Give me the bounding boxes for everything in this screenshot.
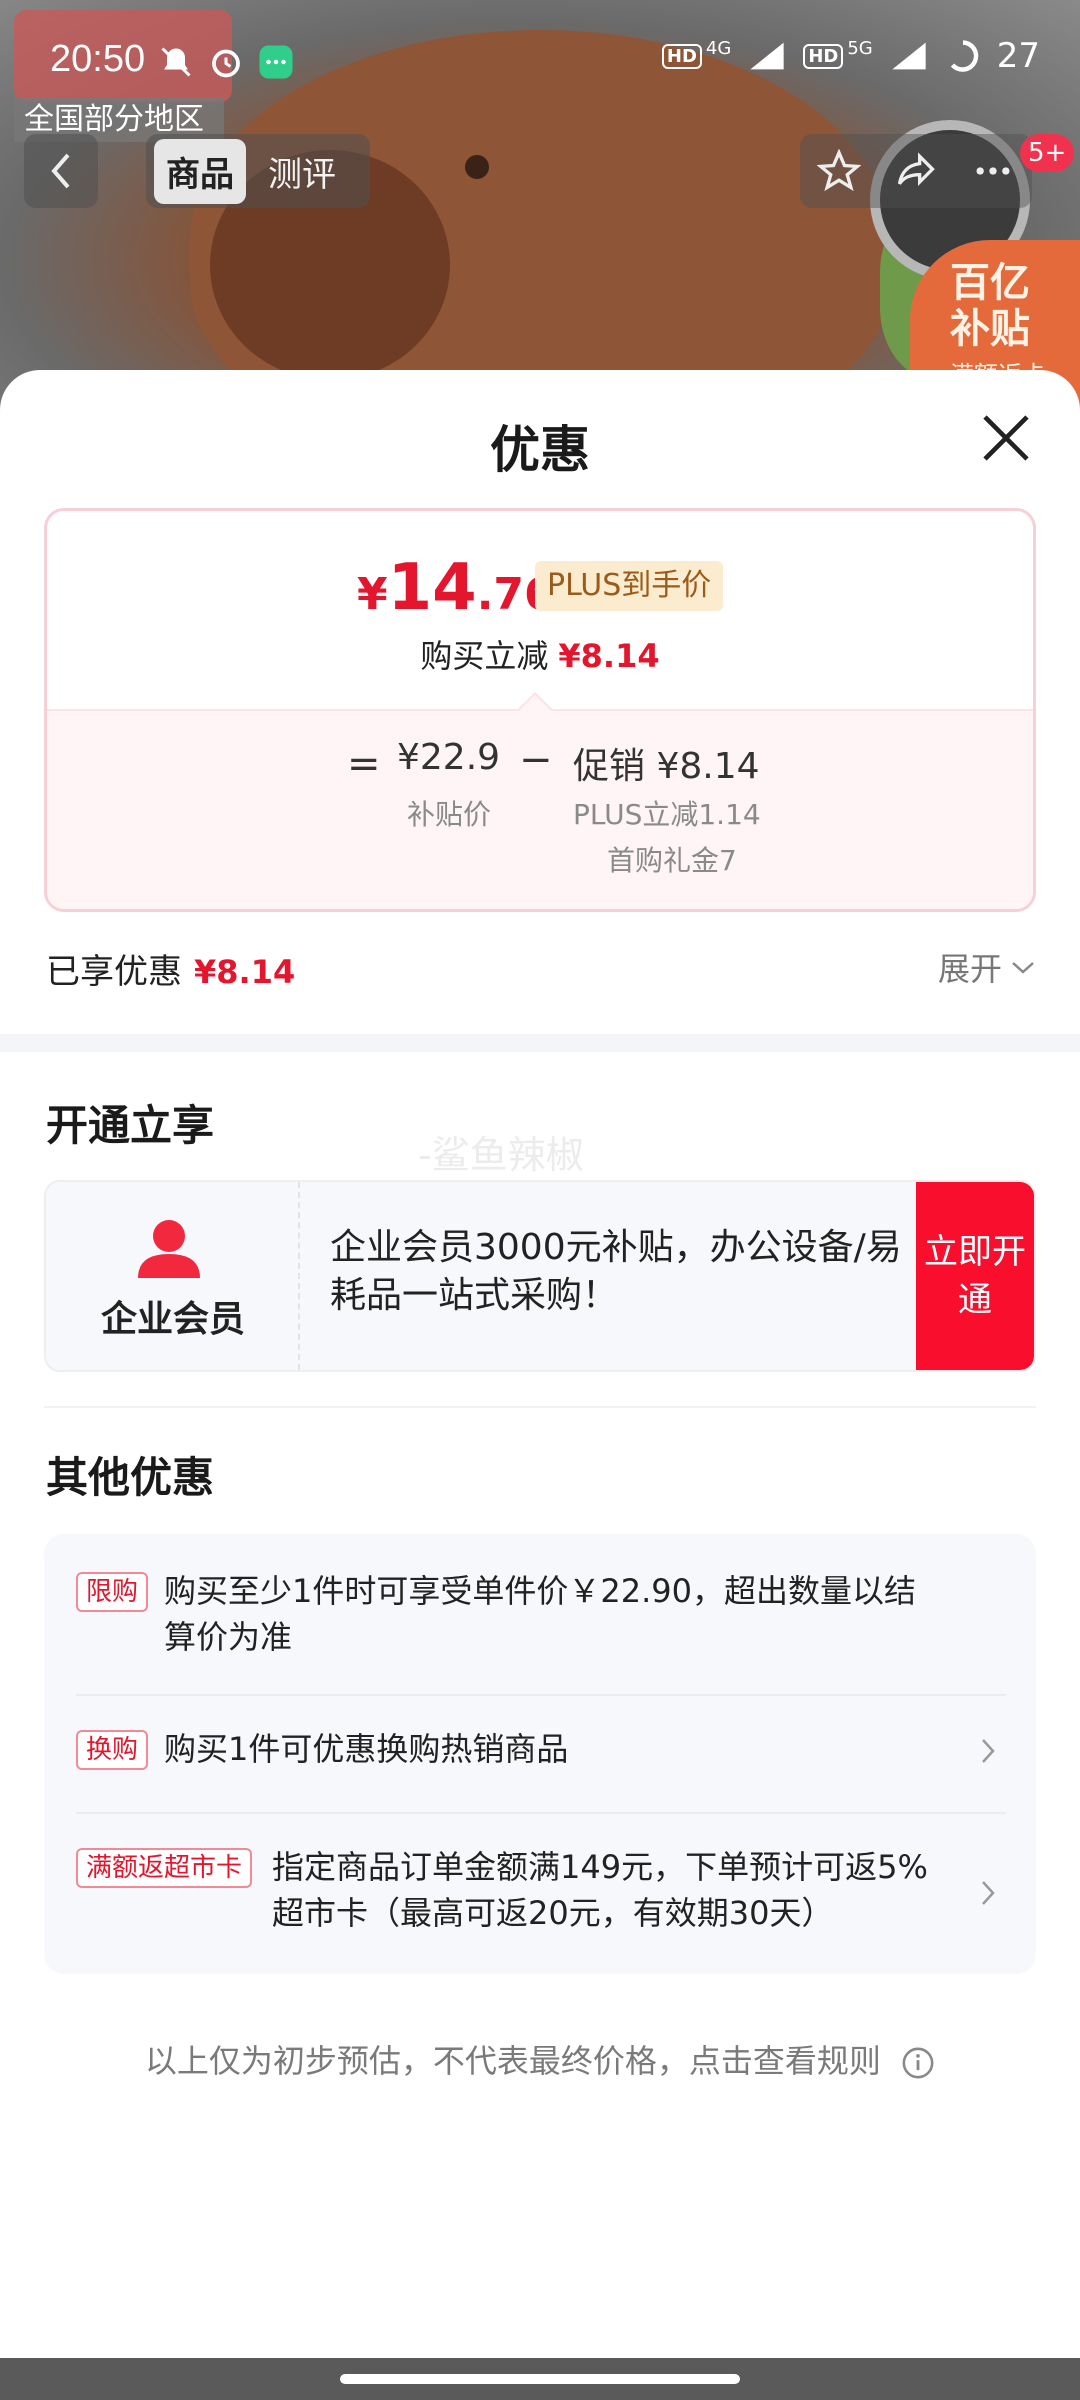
offer-tag-exchange: 换购 (76, 1730, 149, 1770)
thin-divider (44, 1406, 1036, 1408)
subsidy-price-value: ¥22.9 (397, 737, 501, 778)
minus-sign: − (519, 737, 553, 783)
other-offers-title: 其他优惠 (46, 1453, 215, 1502)
first-purchase-gift-detail: 首购礼金7 (607, 844, 737, 877)
sheet-title: 优惠 (490, 421, 590, 479)
rules-disclaimer[interactable]: 以上仅为初步预估，不代表最终价格，点击查看规则 (0, 2036, 1080, 2082)
hd-icon-2: HD (803, 43, 844, 69)
plus-reduce-detail: PLUS立减1.14 (573, 798, 761, 831)
net-5g: 5G (847, 37, 873, 59)
signal-icon (750, 42, 784, 70)
share-icon[interactable] (894, 149, 938, 193)
mute-bell-icon (161, 47, 191, 77)
open-enjoy-title: 开通立享 (46, 1101, 215, 1150)
chevron-left-icon (51, 153, 70, 189)
status-bar: 20:50 HD 4G HD 5G 27 (0, 0, 1080, 128)
offer-text-limit: 购买至少1件时可享受单件价￥22.90，超出数量以结算价为准 (164, 1572, 916, 1656)
disclaimer-text: 以上仅为初步预估，不代表最终价格，点击查看规则 (144, 2042, 881, 2080)
close-icon[interactable] (978, 410, 1034, 466)
price-integer: 14 (387, 551, 477, 625)
status-right: HD 4G HD 5G 27 (661, 36, 1040, 76)
plus-price-tag: PLUS到手价 (535, 561, 724, 611)
nav-actions (800, 134, 1032, 208)
member-description: 企业会员3000元补贴，办公设备/易耗品一站式采购！ (330, 1227, 902, 1316)
subsidy-line2: 补贴 (950, 306, 1030, 352)
instant-discount-label: 购买立减 (420, 637, 549, 675)
offer-row-exchange[interactable]: 换购 购买1件可优惠换购热销商品 (76, 1730, 1006, 1780)
section-divider (0, 1034, 1080, 1052)
offer-text-exchange: 购买1件可优惠换购热销商品 (164, 1730, 569, 1768)
enjoyed-discount-label: 已享优惠 (46, 952, 182, 992)
net-4g: 4G (705, 37, 732, 59)
plush-eye (465, 155, 489, 179)
promo-value: 促销 ¥8.14 (573, 746, 760, 787)
instant-discount-value: ¥8.14 (558, 637, 660, 675)
price-currency: ¥ (357, 569, 388, 620)
star-icon[interactable] (816, 149, 861, 193)
info-icon (902, 2047, 934, 2079)
equals-sign: = (347, 741, 381, 787)
open-now-button[interactable]: 立即开通 (916, 1182, 1034, 1370)
hd-icon: HD (661, 43, 702, 69)
watermark: -鲨鱼辣椒 (418, 1133, 584, 1177)
tab-product[interactable]: 商品 (154, 138, 246, 204)
offer-row: 限购 购买至少1件时可享受单件价￥22.90，超出数量以结算价为准 (76, 1572, 1006, 1662)
chevron-right-icon (982, 1881, 995, 1905)
more-icon[interactable] (971, 149, 1015, 193)
status-time: 20:50 (50, 38, 146, 80)
enjoyed-discount-value: ¥8.14 (194, 953, 296, 991)
subsidy-price-label: 补贴价 (407, 798, 492, 831)
offer-divider (76, 1694, 1006, 1696)
expand-button[interactable]: 展开 (938, 944, 1036, 990)
battery-icon (950, 40, 979, 72)
signal-icon-2 (892, 42, 926, 70)
subsidy-line1: 百亿 (950, 260, 1030, 306)
enjoyed-discount: 已享优惠 ¥8.14 (46, 944, 295, 993)
discount-sheet: 优惠 ¥14.76 PLUS到手价 购买立减 ¥8.14 = ¥22.9 补贴价 … (0, 370, 1080, 2358)
price-breakdown-card: ¥14.76 PLUS到手价 购买立减 ¥8.14 = ¥22.9 补贴价 − 促… (44, 508, 1036, 912)
product-tabs: 商品 测评 (146, 134, 370, 208)
other-offers-card: 限购 购买至少1件时可享受单件价￥22.90，超出数量以结算价为准 换购 购买1… (44, 1534, 1036, 1974)
tab-review[interactable]: 测评 (256, 139, 348, 204)
member-name: 企业会员 (100, 1299, 245, 1340)
chevron-down-icon (1012, 962, 1034, 974)
back-button[interactable] (24, 134, 98, 208)
expand-label: 展开 (937, 950, 1002, 988)
alarm-icon (212, 49, 240, 78)
chevron-right-icon (982, 1739, 995, 1763)
message-app-icon (259, 45, 293, 79)
battery-level: 27 (996, 36, 1040, 76)
home-indicator[interactable] (340, 2374, 740, 2384)
status-notifications (158, 44, 294, 80)
user-icon (138, 1220, 200, 1278)
offer-tag-limit: 限购 (76, 1572, 149, 1612)
offer-text-supermarket: 指定商品订单金额满149元，下单预计可返5%超市卡（最高可返20元，有效期30天… (272, 1848, 928, 1932)
enterprise-member-card[interactable]: 企业会员 企业会员3000元补贴，办公设备/易耗品一站式采购！ 立即开通 (44, 1180, 1036, 1372)
cart-count-badge: 5+ (1020, 134, 1075, 172)
member-badge: 企业会员 (46, 1182, 300, 1370)
offer-row-supermarket[interactable]: 满额返超市卡 指定商品订单金额满149元，下单预计可返5%超市卡（最高可返20元… (76, 1848, 1006, 1940)
offer-tag-supermarket: 满额返超市卡 (76, 1848, 253, 1888)
instant-discount: 购买立减 ¥8.14 (47, 631, 1033, 677)
final-price: ¥14.76 (357, 551, 555, 625)
offer-divider (76, 1812, 1006, 1814)
